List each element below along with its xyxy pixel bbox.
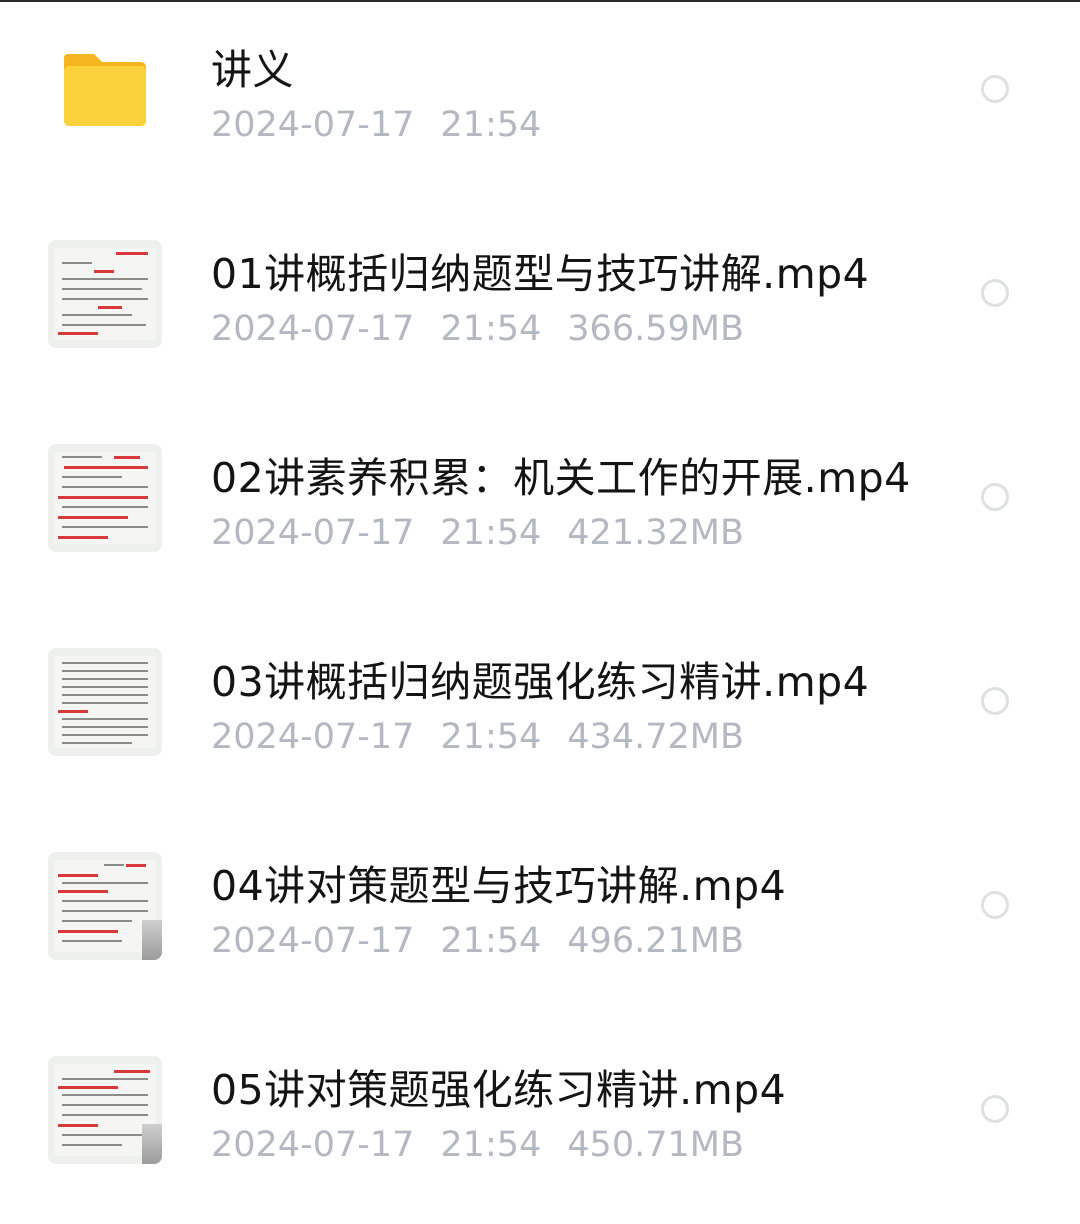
file-name: 05讲对策题强化练习精讲.mp4 (211, 1066, 787, 1114)
file-name: 03讲概括归纳题强化练习精讲.mp4 (211, 658, 870, 706)
file-date: 2024-07-17 (211, 105, 415, 145)
file-name: 01讲概括归纳题型与技巧讲解.mp4 (211, 250, 870, 298)
file-size: 450.71MB (567, 1125, 744, 1165)
list-item-video[interactable]: 05讲对策题强化练习精讲.mp4 2024-07-17 21:54 450.71MB (0, 1020, 1080, 1224)
list-item-video[interactable]: 02讲素养积累：机关工作的开展.mp4 2024-07-17 21:54 421.3… (0, 408, 1080, 612)
select-radio[interactable] (981, 891, 1009, 919)
list-item-video[interactable]: 04讲对策题型与技巧讲解.mp4 2024-07-17 21:54 496.21MB (0, 816, 1080, 1020)
file-time: 21:54 (440, 105, 542, 145)
file-name: 02讲素养积累：机关工作的开展.mp4 (211, 454, 911, 502)
file-size: 366.59MB (567, 309, 744, 349)
list-item-video[interactable]: 01讲概括归纳题型与技巧讲解.mp4 2024-07-17 21:54 366.59… (0, 204, 1080, 408)
select-radio[interactable] (981, 483, 1009, 511)
list-item-video[interactable]: 03讲概括归纳题强化练习精讲.mp4 2024-07-17 21:54 434.72… (0, 612, 1080, 816)
file-date: 2024-07-17 (211, 717, 415, 757)
file-name: 讲义 (211, 46, 294, 94)
file-meta: 2024-07-17 21:54 450.71MB (211, 1125, 770, 1165)
file-meta: 2024-07-17 21:54 (211, 105, 567, 145)
select-radio[interactable] (981, 1095, 1009, 1123)
file-meta: 2024-07-17 21:54 434.72MB (211, 717, 770, 757)
file-meta: 2024-07-17 21:54 421.32MB (211, 513, 770, 553)
file-date: 2024-07-17 (211, 1125, 415, 1165)
file-meta: 2024-07-17 21:54 366.59MB (211, 309, 770, 349)
file-name: 04讲对策题型与技巧讲解.mp4 (211, 862, 787, 910)
file-date: 2024-07-17 (211, 921, 415, 961)
file-size: 421.32MB (567, 513, 744, 553)
file-size: 434.72MB (567, 717, 744, 757)
file-size: 496.21MB (567, 921, 744, 961)
video-thumbnail (48, 852, 162, 960)
file-meta: 2024-07-17 21:54 496.21MB (211, 921, 770, 961)
file-time: 21:54 (440, 513, 542, 553)
file-date: 2024-07-17 (211, 513, 415, 553)
video-thumbnail (48, 444, 162, 552)
file-time: 21:54 (440, 717, 542, 757)
list-item-folder[interactable]: 讲义 2024-07-17 21:54 (0, 0, 1080, 204)
select-radio[interactable] (981, 279, 1009, 307)
file-time: 21:54 (440, 921, 542, 961)
file-time: 21:54 (440, 1125, 542, 1165)
video-thumbnail (48, 1056, 162, 1164)
select-radio[interactable] (981, 687, 1009, 715)
folder-icon (64, 54, 146, 126)
file-list: 讲义 2024-07-17 21:54 01讲概括归纳题型与技巧讲解.mp4 20 (0, 0, 1080, 1203)
video-thumbnail (48, 240, 162, 348)
file-date: 2024-07-17 (211, 309, 415, 349)
file-time: 21:54 (440, 309, 542, 349)
video-thumbnail (48, 648, 162, 756)
select-radio[interactable] (981, 75, 1009, 103)
